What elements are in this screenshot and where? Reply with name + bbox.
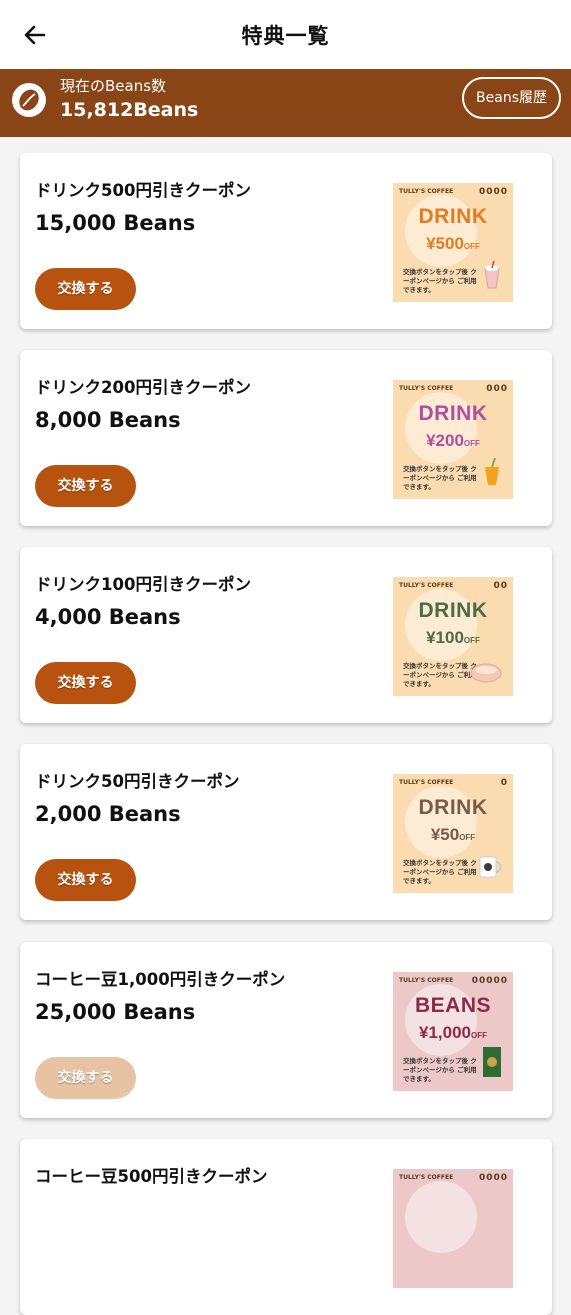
- coupon-image-circle: [405, 1181, 477, 1253]
- exchange-button[interactable]: 交換する: [35, 1057, 136, 1099]
- coupon-image-word: DRINK: [418, 402, 488, 425]
- coupon-image: TULLY'S COFFEE 0000: [393, 1169, 513, 1288]
- coupon-image: TULLY'S COFFEE 000 DRINK ¥200OFF 交換ボタンをタップ後 …: [393, 380, 513, 499]
- coupon-marks: 00: [493, 581, 508, 591]
- coupon-title: ドリンク200円引きクーポン: [35, 378, 251, 397]
- coupon-image-off: OFF: [471, 1031, 487, 1040]
- coupon-price: 25,000 Beans: [35, 1000, 196, 1024]
- coupon-title: コーヒー豆500円引きクーポン: [35, 1167, 268, 1186]
- coupon-image: TULLY'S COFFEE 00 DRINK ¥100OFF 交換ボタンをタップ後 ク…: [393, 577, 513, 696]
- coupon-price: 15,000 Beans: [35, 211, 196, 235]
- coupon-price: 8,000 Beans: [35, 408, 181, 432]
- coupon-image-amount: ¥1,000OFF: [393, 1023, 513, 1043]
- coupon-image-amount: ¥500OFF: [393, 234, 513, 254]
- coupon-card: ドリンク500円引きクーポン 15,000 Beans 交換する TULLY'S CO…: [20, 153, 552, 329]
- drink-cup-icon: [481, 260, 503, 294]
- coupon-image-amount: ¥50OFF: [393, 825, 513, 845]
- beans-label: 現在のBeans数: [60, 77, 167, 95]
- juice-cup-icon: [481, 457, 503, 491]
- coupon-marks: 0000: [478, 1173, 508, 1183]
- coupon-image-amount-value: ¥50: [430, 825, 460, 844]
- coupon-image: TULLY'S COFFEE 00000 BEANS ¥1,000OFF 交換ボタンをタ…: [393, 972, 513, 1091]
- coffee-bean-icon: [12, 83, 46, 117]
- coupon-image-word: DRINK: [418, 796, 488, 819]
- coupon-image-off: OFF: [463, 636, 480, 645]
- coffee-bag-icon: [481, 1045, 503, 1083]
- coupon-image-note: 交換ボタンをタップ後 クーポンページから ご利用できます。: [403, 268, 477, 294]
- coupon-title: ドリンク50円引きクーポン: [35, 772, 240, 791]
- coupon-image-off: OFF: [463, 439, 480, 448]
- tullys-logo: TULLY'S COFFEE: [399, 385, 454, 392]
- coupon-card: ドリンク100円引きクーポン 4,000 Beans 交換する TULLY'S COF…: [20, 547, 552, 723]
- coupon-card: ドリンク200円引きクーポン 8,000 Beans 交換する TULLY'S COF…: [20, 350, 552, 526]
- coupon-marks: 0000: [478, 187, 508, 197]
- coupon-marks: 000: [486, 384, 508, 394]
- coupon-price: 2,000 Beans: [35, 802, 181, 826]
- coupon-card: ドリンク50円引きクーポン 2,000 Beans 交換する TULLY'S COFF…: [20, 744, 552, 920]
- coupon-image-note: 交換ボタンをタップ後 クーポンページから ご利用できます。: [403, 859, 477, 885]
- coupon-image-amount-value: ¥500: [426, 234, 464, 253]
- coupon-image: TULLY'S COFFEE 0000 DRINK ¥500OFF 交換ボタンをタップ後…: [393, 183, 513, 302]
- coupon-image-word: DRINK: [418, 205, 488, 228]
- coupon-title: ドリンク100円引きクーポン: [35, 575, 251, 594]
- tullys-logo: TULLY'S COFFEE: [399, 582, 454, 589]
- beans-balance-bar: 現在のBeans数 15,812Beans Beans履歴: [0, 69, 571, 137]
- coupon-image-amount: ¥200OFF: [393, 431, 513, 451]
- coupon-image-note: 交換ボタンをタップ後 クーポンページから ご利用できます。: [403, 1057, 477, 1083]
- coupon-image-off: OFF: [463, 242, 480, 251]
- coupon-image: TULLY'S COFFEE 0 DRINK ¥50OFF 交換ボタンをタップ後 クーポ…: [393, 774, 513, 893]
- coupon-image-word: DRINK: [418, 599, 488, 622]
- page-title: 特典一覧: [241, 24, 330, 48]
- exchange-button[interactable]: 交換する: [35, 465, 136, 507]
- beans-history-button[interactable]: Beans履歴: [462, 77, 561, 119]
- coupon-image-amount-value: ¥200: [426, 431, 464, 450]
- coupon-card: コーヒー豆1,000円引きクーポン 25,000 Beans 交換する TULLY'S…: [20, 942, 552, 1118]
- coupon-price: 4,000 Beans: [35, 605, 181, 629]
- coupon-marks: 0: [500, 778, 508, 788]
- coupon-title: コーヒー豆1,000円引きクーポン: [35, 970, 286, 989]
- coupon-image-word: BEANS: [414, 994, 491, 1017]
- mug-icon: [477, 853, 503, 885]
- beans-count: 15,812Beans: [60, 99, 199, 121]
- coupon-image-note: 交換ボタンをタップ後 クーポンページから ご利用できます。: [403, 465, 477, 491]
- tullys-logo: TULLY'S COFFEE: [399, 977, 454, 984]
- coupon-image-off: OFF: [459, 833, 476, 842]
- tullys-logo: TULLY'S COFFEE: [399, 188, 454, 195]
- tullys-logo: TULLY'S COFFEE: [399, 779, 454, 786]
- coupon-image-amount-value: ¥1,000: [419, 1023, 471, 1042]
- app-header: 特典一覧: [0, 0, 571, 69]
- tullys-logo: TULLY'S COFFEE: [399, 1174, 454, 1181]
- latte-cup-icon: [469, 662, 503, 688]
- coupon-image-amount: ¥100OFF: [393, 628, 513, 648]
- coupon-image-amount-value: ¥100: [426, 628, 464, 647]
- coupon-title: ドリンク500円引きクーポン: [35, 181, 251, 200]
- coupon-marks: 00000: [471, 976, 508, 986]
- coupon-card: コーヒー豆500円引きクーポン TULLY'S COFFEE 0000: [20, 1139, 552, 1315]
- exchange-button[interactable]: 交換する: [35, 859, 136, 901]
- exchange-button[interactable]: 交換する: [35, 268, 136, 310]
- exchange-button[interactable]: 交換する: [35, 662, 136, 704]
